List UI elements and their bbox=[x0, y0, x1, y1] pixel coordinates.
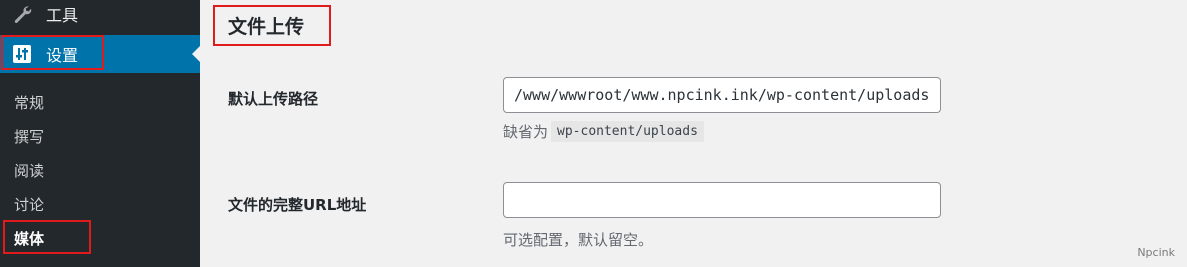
description-text: 缺省为 bbox=[503, 123, 549, 141]
default-path-code: wp-content/uploads bbox=[551, 121, 704, 142]
settings-content: 文件上传 默认上传路径 缺省为 wp-content/uploads 文件的完整… bbox=[200, 0, 1187, 267]
submenu-item-discussion[interactable]: 讨论 bbox=[0, 188, 200, 222]
upload-path-label: 默认上传路径 bbox=[228, 90, 319, 108]
watermark: Npcink bbox=[1137, 246, 1175, 259]
upload-url-input[interactable] bbox=[503, 182, 941, 218]
active-menu-arrow bbox=[192, 46, 200, 62]
wp-admin-screen: 工具 设置 常规 撰写 阅读 讨论 媒体 文件上传 默认上传路径 /www/ww… bbox=[0, 0, 1187, 267]
admin-sidebar: 工具 设置 常规 撰写 阅读 讨论 媒体 bbox=[0, 0, 200, 267]
upload-path-description: 缺省为 wp-content/uploads bbox=[503, 121, 704, 142]
submenu-item-media[interactable]: 媒体 bbox=[0, 222, 200, 256]
sidebar-item-label: 设置 bbox=[46, 46, 79, 65]
submenu-item-general[interactable]: 常规 bbox=[0, 86, 200, 120]
submenu-item-writing[interactable]: 撰写 bbox=[0, 120, 200, 154]
sidebar-item-tools[interactable]: 工具 bbox=[0, 0, 200, 31]
section-title: 文件上传 bbox=[228, 16, 305, 38]
settings-sliders-icon bbox=[10, 42, 34, 66]
settings-submenu: 常规 撰写 阅读 讨论 媒体 bbox=[0, 86, 200, 256]
sidebar-item-settings[interactable]: 设置 bbox=[0, 35, 200, 73]
upload-url-description: 可选配置，默认留空。 bbox=[503, 231, 654, 249]
submenu-item-reading[interactable]: 阅读 bbox=[0, 154, 200, 188]
sidebar-item-label: 工具 bbox=[46, 6, 79, 25]
upload-path-input[interactable] bbox=[503, 77, 941, 113]
wrench-icon bbox=[10, 2, 34, 26]
upload-url-label: 文件的完整URL地址 bbox=[228, 196, 367, 214]
